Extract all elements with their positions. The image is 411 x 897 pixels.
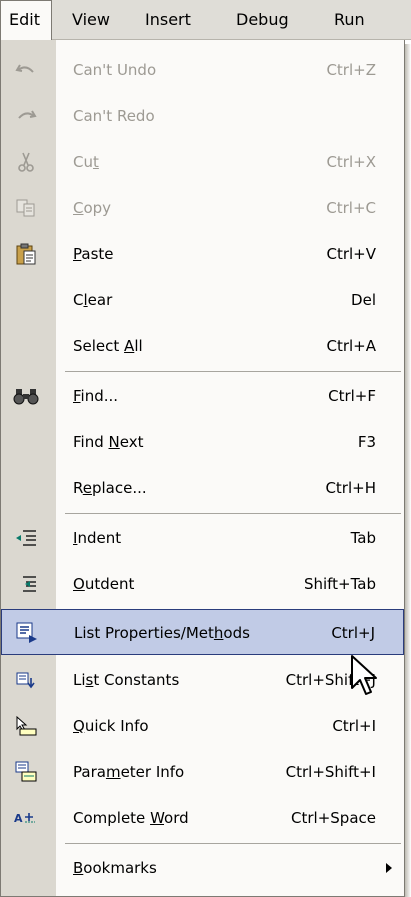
menu-item-indent[interactable]: Indent Tab	[1, 515, 404, 561]
menu-item-quick-info[interactable]: Quick Info Ctrl+I	[1, 703, 404, 749]
indent-icon	[13, 526, 39, 550]
outdent-icon	[13, 572, 39, 596]
menu-item-label: Outdent	[73, 575, 135, 593]
menu-item-label: Paste	[73, 245, 114, 263]
menu-item-label: List Constants	[73, 671, 180, 689]
menu-item-label: Indent	[73, 529, 122, 547]
menu-edit[interactable]: Edit	[0, 0, 52, 42]
menu-item-shortcut: Shift+Tab	[303, 575, 376, 593]
menu-item-undo[interactable]: Can't Undo Ctrl+Z	[1, 47, 404, 93]
menu-view-label: View	[72, 10, 110, 29]
menu-debug[interactable]: Debug	[228, 0, 297, 40]
menu-item-list-constants[interactable]: List Constants Ctrl+Shift+J	[1, 657, 404, 703]
menu-item-outdent[interactable]: Outdent Shift+Tab	[1, 561, 404, 607]
edit-menu-dropdown: Can't Undo Ctrl+Z Can't Redo Cut Ctrl+X …	[0, 40, 405, 897]
clipboard-icon	[13, 242, 39, 266]
menu-item-bookmarks[interactable]: Bookmarks	[1, 845, 404, 891]
menu-item-shortcut: Ctrl+Z	[326, 61, 376, 79]
menu-item-shortcut: Ctrl+J	[331, 624, 375, 642]
menu-run[interactable]: Run	[326, 0, 373, 40]
menu-item-find-next[interactable]: Find Next F3	[1, 419, 404, 465]
list-properties-icon	[14, 621, 40, 645]
menu-item-shortcut: Ctrl+I	[332, 717, 376, 735]
menu-item-label: List Properties/Methods	[74, 624, 250, 642]
quick-info-icon	[13, 714, 39, 738]
svg-text:A: A	[14, 812, 23, 825]
menu-edit-label: Edit	[9, 10, 40, 29]
submenu-arrow-icon	[386, 863, 392, 873]
undo-icon	[13, 58, 39, 82]
menu-item-complete-word[interactable]: A Complete Word Ctrl+Space	[1, 795, 404, 841]
menu-item-label: Can't Undo	[73, 61, 157, 79]
menu-run-label: Run	[334, 10, 365, 29]
menu-item-label: Bookmarks	[73, 859, 157, 877]
menu-item-paste[interactable]: Paste Ctrl+V	[1, 231, 404, 277]
binoculars-icon	[13, 384, 39, 408]
menu-item-shortcut: Del	[351, 291, 376, 309]
menu-separator	[65, 371, 401, 372]
menu-item-shortcut: Ctrl+V	[326, 245, 376, 263]
parameter-info-icon	[13, 760, 39, 784]
list-constants-icon	[13, 668, 39, 692]
menu-item-shortcut: Ctrl+F	[328, 387, 376, 405]
menu-item-shortcut: Ctrl+H	[325, 479, 376, 497]
menu-item-label: Clear	[73, 291, 113, 309]
menu-item-shortcut: Ctrl+C	[326, 199, 376, 217]
menu-item-replace[interactable]: Replace... Ctrl+H	[1, 465, 404, 511]
menu-item-shortcut: Tab	[350, 529, 376, 547]
menu-item-label: Copy	[73, 199, 112, 217]
menu-item-parameter-info[interactable]: Parameter Info Ctrl+Shift+I	[1, 749, 404, 795]
menu-item-clear[interactable]: Clear Del	[1, 277, 404, 323]
menu-separator	[65, 513, 401, 514]
menu-item-shortcut: F3	[357, 433, 376, 451]
menu-item-copy[interactable]: Copy Ctrl+C	[1, 185, 404, 231]
redo-icon	[13, 104, 39, 128]
menu-item-label: Find...	[73, 387, 119, 405]
menu-shadow	[405, 44, 411, 897]
menu-item-label: Find Next	[73, 433, 144, 451]
menu-item-find[interactable]: Find... Ctrl+F	[1, 373, 404, 419]
menu-insert[interactable]: Insert	[137, 0, 199, 40]
menu-item-shortcut: Ctrl+A	[326, 337, 376, 355]
scissors-icon	[13, 150, 39, 174]
menu-item-label: Complete Word	[73, 809, 189, 827]
menu-item-list-properties-methods[interactable]: List Properties/Methods Ctrl+J	[1, 609, 404, 655]
menu-item-select-all[interactable]: Select All Ctrl+A	[1, 323, 404, 369]
menu-separator	[65, 843, 401, 844]
menu-item-label: Replace...	[73, 479, 147, 497]
menu-item-cut[interactable]: Cut Ctrl+X	[1, 139, 404, 185]
menu-item-label: Parameter Info	[73, 763, 185, 781]
menu-item-label: Select All	[73, 337, 143, 355]
menu-debug-label: Debug	[236, 10, 289, 29]
menu-bar: Edit View Insert Debug Run	[0, 0, 411, 42]
copy-icon	[13, 196, 39, 220]
menu-item-redo[interactable]: Can't Redo	[1, 93, 404, 139]
mouse-pointer-icon	[351, 655, 377, 695]
complete-word-icon: A	[13, 806, 39, 830]
menu-item-shortcut: Ctrl+Space	[291, 809, 376, 827]
menu-insert-label: Insert	[145, 10, 191, 29]
menu-item-label: Can't Redo	[73, 107, 155, 125]
menu-item-label: Cut	[73, 153, 99, 171]
menu-item-label: Quick Info	[73, 717, 149, 735]
menu-item-shortcut: Ctrl+X	[326, 153, 376, 171]
menu-item-shortcut: Ctrl+Shift+I	[285, 763, 376, 781]
menu-view[interactable]: View	[64, 0, 118, 40]
